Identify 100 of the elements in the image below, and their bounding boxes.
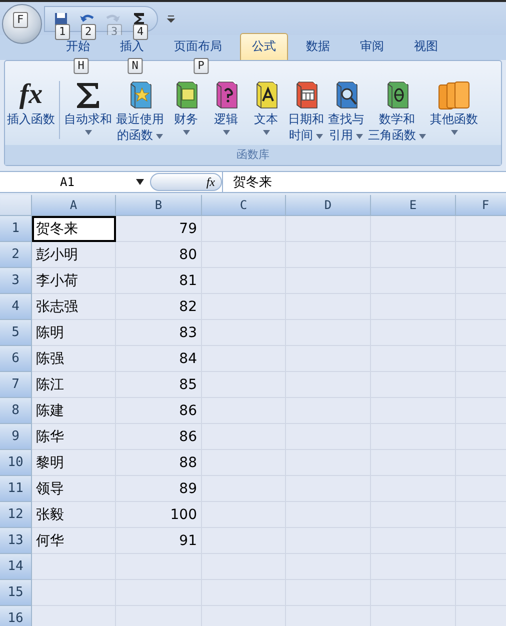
table-cell[interactable] [32,606,116,626]
row-header[interactable]: 8 [0,398,32,424]
function-icon: fx [19,80,43,110]
row-header[interactable]: 15 [0,580,32,606]
keytip-tooltip: N [128,58,142,74]
table-cell[interactable]: 84 [116,346,202,372]
row-header[interactable]: 16 [0,606,32,626]
caret-icon [84,130,92,135]
ribbon-button[interactable]: fx 插入函数 [5,77,57,145]
row-header[interactable]: 9 [0,424,32,450]
table-cell[interactable] [202,216,286,242]
select-all-button[interactable] [0,195,32,216]
row-header[interactable]: 6 [0,346,32,372]
table-cell[interactable]: 领导 [32,476,116,502]
column-header[interactable]: D [286,195,371,216]
row-header[interactable]: 11 [0,476,32,502]
table-cell[interactable]: 80 [116,242,202,268]
button-label: 最近使用 [116,111,164,127]
row-header[interactable]: 3 [0,268,32,294]
table-cell[interactable]: 86 [116,424,202,450]
sigma-icon [75,81,101,109]
keytip-tooltip: F [13,12,28,28]
table-cell[interactable]: 79 [116,216,202,242]
column-header[interactable]: F [456,195,506,216]
row-header[interactable]: 1 [0,216,32,242]
row-header[interactable]: 5 [0,320,32,346]
ribbon-button[interactable]: 最近使用 的函数 [114,77,166,145]
table-cell[interactable]: 贺冬来 [32,216,116,242]
table-cell[interactable]: 何华 [32,528,116,554]
row-header[interactable]: 10 [0,450,32,476]
ribbon-tab[interactable]: 数据 [294,33,342,60]
ribbon-button[interactable]: 查找与 引用 [326,77,366,145]
button-label: 自动求和 [64,111,112,127]
caret-icon [156,134,163,139]
button-label: 引用 [329,127,353,143]
button-label: 其他函数 [430,111,478,127]
caret-icon [316,134,323,139]
ribbon-tab[interactable]: 审阅 [348,33,396,60]
caret-icon [182,130,190,135]
table-cell[interactable]: 82 [116,294,202,320]
button-label: 时间 [289,127,313,143]
table-cell[interactable]: 李小荷 [32,268,116,294]
column-header[interactable]: A [32,195,116,216]
save-icon[interactable] [53,10,69,26]
ribbon-button[interactable]: 财务 [166,77,206,145]
table-cell[interactable] [286,216,371,242]
table-cell[interactable]: 陈华 [32,424,116,450]
table-cell[interactable]: 81 [116,268,202,294]
ribbon-tab[interactable]: 公式 [240,33,288,60]
table-cell[interactable]: 黎明 [32,450,116,476]
row-header[interactable]: 13 [0,528,32,554]
keytip-tooltip: 1 [55,24,70,40]
column-header[interactable]: B [116,195,202,216]
column-header[interactable]: E [371,195,456,216]
table-cell[interactable]: 100 [116,502,202,528]
ribbon-button[interactable]: 其他函数 [428,77,480,145]
table-cell[interactable]: 彭小明 [32,242,116,268]
ribbon-tab[interactable]: 页面布局 [162,33,234,60]
button-label: 数学和 [379,111,415,127]
button-label: 插入函数 [7,111,55,127]
table-cell[interactable]: 89 [116,476,202,502]
row-header[interactable]: 7 [0,372,32,398]
ribbon-tab[interactable]: 视图 [402,33,450,60]
keytip-tooltip: P [194,58,208,74]
ribbon-button[interactable]: 自动求和 [62,77,114,145]
button-label: 的函数 [117,127,153,143]
table-cell[interactable]: 张志强 [32,294,116,320]
table-cell[interactable] [32,554,116,580]
table-cell[interactable]: 张毅 [32,502,116,528]
table-cell[interactable] [456,216,506,242]
ribbon-button[interactable]: 日期和 时间 [286,77,326,145]
caret-icon[interactable] [166,14,176,22]
table-cell[interactable]: 88 [116,450,202,476]
keytip-tooltip: 4 [133,24,148,40]
table-cell[interactable]: 陈江 [32,372,116,398]
caret-icon[interactable] [136,179,144,185]
table-cell[interactable]: 陈明 [32,320,116,346]
keytip-tooltip: 2 [81,24,96,40]
row-header[interactable]: 12 [0,502,32,528]
office-button[interactable]: F [2,4,42,44]
ribbon-button[interactable]: 文本 [246,77,286,145]
keytip-tooltip: H [74,58,88,74]
formula-field[interactable]: 贺冬来 [222,172,506,192]
row-header[interactable]: 14 [0,554,32,580]
ribbon-button[interactable]: 数学和 三角函数 [366,77,428,145]
row-header[interactable]: 2 [0,242,32,268]
row-header[interactable]: 4 [0,294,32,320]
table-cell[interactable] [371,216,456,242]
table-cell[interactable]: 陈强 [32,346,116,372]
table-cell[interactable]: 91 [116,528,202,554]
table-cell[interactable]: 85 [116,372,202,398]
insert-function-button[interactable]: fx [206,174,215,190]
ribbon-button[interactable]: 逻辑 [206,77,246,145]
table-cell[interactable] [32,580,116,606]
caret-icon [419,134,426,139]
sigma-icon[interactable] [131,10,147,26]
column-header[interactable]: C [202,195,286,216]
table-cell[interactable]: 83 [116,320,202,346]
table-cell[interactable]: 86 [116,398,202,424]
table-cell[interactable]: 陈建 [32,398,116,424]
